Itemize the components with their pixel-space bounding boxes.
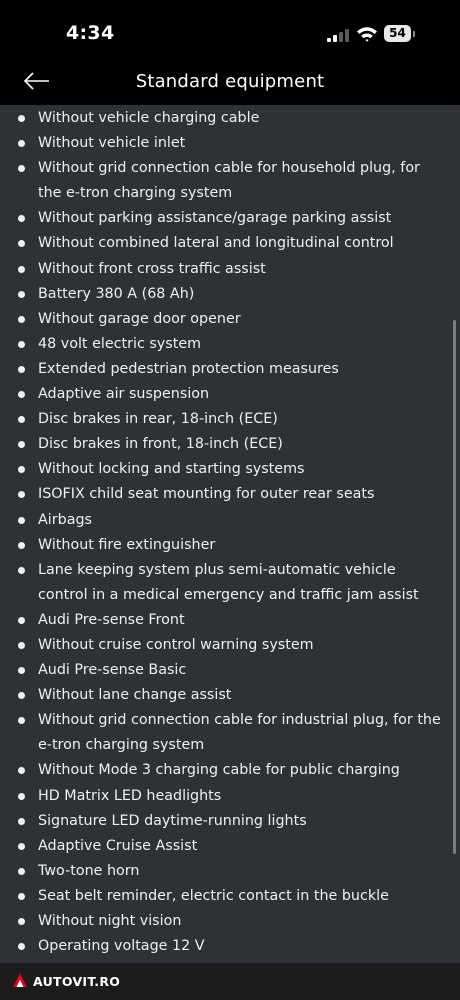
equipment-list-item: 48 volt electric system [0,332,460,357]
equipment-list-item: Without front cross traffic assist [0,257,460,282]
equipment-list-panel[interactable]: Without vehicle charging cable Without ve… [0,105,460,963]
equipment-list-item: Lane keeping system plus semi-automatic … [0,558,460,608]
equipment-list-item: Audi Pre-sense Basic [0,658,460,683]
brand-watermark: AUTOVIT.RO [33,974,121,989]
equipment-list-item: Without vehicle inlet [0,131,460,156]
equipment-list-item: Two-tone horn [0,859,460,884]
equipment-list-item: Adaptive Cruise Assist [0,834,460,859]
page-title: Standard equipment [135,71,325,92]
equipment-list-item: Airbags [0,508,460,533]
equipment-list-item: Without parking assistance/garage parkin… [0,206,460,231]
battery-icon: 54 [384,25,411,42]
equipment-list-item: Without vehicle charging cable [0,106,460,131]
equipment-list-item: Without Mode 3 charging cable for public… [0,758,460,783]
equipment-list-item: Without night vision [0,909,460,934]
equipment-list-item: ISOFIX child seat mounting for outer rea… [0,482,460,507]
scrollbar[interactable] [453,320,456,854]
equipment-list-item: Signature LED daytime-running lights [0,809,460,834]
equipment-list-item: Disc brakes in rear, 18-inch (ECE) [0,407,460,432]
equipment-list: Without vehicle charging cable Without ve… [0,106,460,959]
equipment-list-item: Adaptive air suspension [0,382,460,407]
equipment-list-item: Without garage door opener [0,307,460,332]
battery-tip [413,31,415,37]
equipment-list-item: Without grid connection cable for indust… [0,708,460,758]
footer-bar: AUTOVIT.RO [0,963,460,1000]
equipment-list-item: Without fire extinguisher [0,533,460,558]
equipment-list-item: Without combined lateral and longitudina… [0,231,460,256]
equipment-list-item: Operating voltage 12 V [0,934,460,959]
equipment-list-item: Without lane change assist [0,683,460,708]
equipment-list-item: HD Matrix LED headlights [0,784,460,809]
autovit-logo-icon [13,973,27,987]
equipment-list-item: Battery 380 A (68 Ah) [0,282,460,307]
equipment-list-item: Without grid connection cable for househ… [0,156,460,206]
equipment-list-item: Seat belt reminder, electric contact in … [0,884,460,909]
equipment-list-item: Audi Pre-sense Front [0,608,460,633]
page-header: Standard equipment [0,62,460,105]
status-bar: 4:34 54 [0,0,460,62]
equipment-list-item: Without cruise control warning system [0,633,460,658]
equipment-list-item: Disc brakes in front, 18-inch (ECE) [0,432,460,457]
equipment-list-item: Extended pedestrian protection measures [0,357,460,382]
wifi-icon [357,27,377,42]
equipment-list-item: Without locking and starting systems [0,457,460,482]
status-time: 4:34 [66,22,115,44]
cellular-signal-icon [327,28,349,42]
